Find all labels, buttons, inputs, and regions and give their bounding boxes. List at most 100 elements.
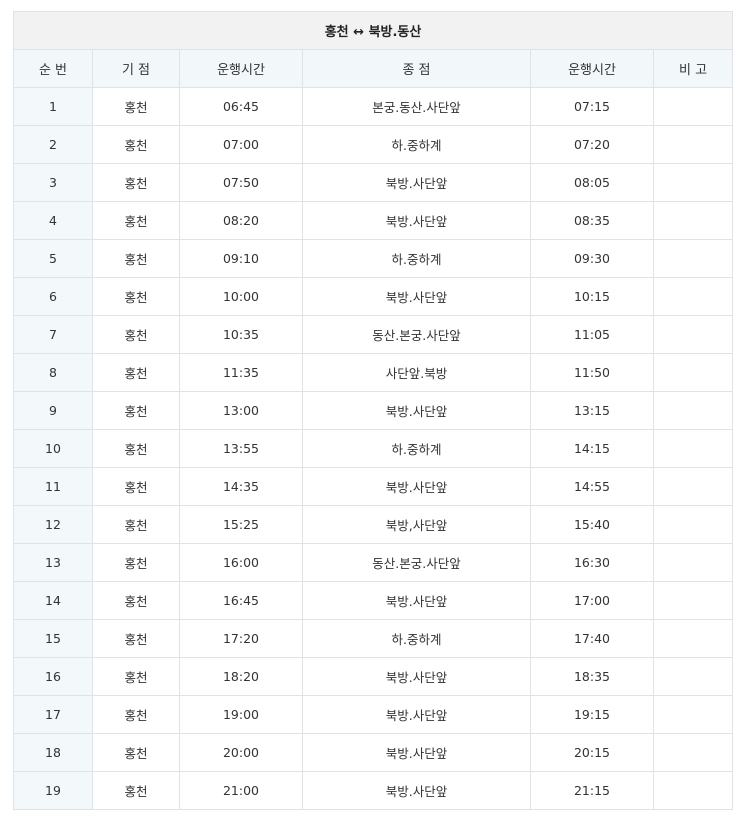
origin-cell: 홍천 — [92, 543, 180, 582]
row-number-cell: 1 — [13, 87, 93, 126]
table-row: 16 홍천 18:20 북방.사단앞 18:35 — [13, 657, 734, 696]
table-row: 11 홍천 14:35 북방.사단앞 14:55 — [13, 467, 734, 506]
row-number-cell: 6 — [13, 277, 93, 316]
arrival-time-cell: 07:20 — [530, 125, 654, 164]
origin-cell: 홍천 — [92, 505, 180, 544]
remarks-cell — [652, 277, 734, 316]
arrival-time-cell: 11:50 — [530, 353, 654, 392]
arrival-time-cell: 13:15 — [530, 391, 654, 430]
table-body: 1 홍천 06:45 본궁.동산.사단앞 07:15 2 홍천 07:00 하.중하계 07:20… — [13, 87, 734, 810]
destination-cell: 북방.사단앞 — [302, 733, 531, 772]
table-row: 6 홍천 10:00 북방.사단앞 10:15 — [13, 277, 734, 316]
row-number-cell: 18 — [13, 733, 93, 772]
destination-cell: 하.중하계 — [302, 429, 531, 468]
destination-cell: 하.중하계 — [302, 125, 531, 164]
row-number-cell: 17 — [13, 695, 93, 734]
origin-cell: 홍천 — [92, 163, 180, 202]
destination-cell: 본궁.동산.사단앞 — [302, 87, 531, 126]
departure-time-cell: 10:00 — [179, 277, 303, 316]
origin-cell: 홍천 — [92, 657, 180, 696]
arrival-time-cell: 14:55 — [530, 467, 654, 506]
row-number-cell: 13 — [13, 543, 93, 582]
arrival-time-cell: 20:15 — [530, 733, 654, 772]
header-departure-time: 운행시간 — [179, 49, 303, 88]
table-row: 17 홍천 19:00 북방.사단앞 19:15 — [13, 695, 734, 734]
table-row: 5 홍천 09:10 하.중하계 09:30 — [13, 239, 734, 278]
remarks-cell — [652, 543, 734, 582]
table-row: 15 홍천 17:20 하.중하계 17:40 — [13, 619, 734, 658]
header-row: 순 번 기 점 운행시간 종 점 운행시간 비 고 — [13, 49, 734, 88]
remarks-cell — [652, 733, 734, 772]
origin-cell: 홍천 — [92, 581, 180, 620]
destination-cell: 북방.사단앞 — [302, 163, 531, 202]
departure-time-cell: 07:00 — [179, 125, 303, 164]
remarks-cell — [652, 353, 734, 392]
table-row: 2 홍천 07:00 하.중하계 07:20 — [13, 125, 734, 164]
row-number-cell: 16 — [13, 657, 93, 696]
destination-cell: 북방.사단앞 — [302, 467, 531, 506]
departure-time-cell: 11:35 — [179, 353, 303, 392]
origin-cell: 홍천 — [92, 201, 180, 240]
destination-cell: 동산.본궁.사단앞 — [302, 315, 531, 354]
destination-cell: 북방.사단앞 — [302, 581, 531, 620]
arrival-time-cell: 21:15 — [530, 771, 654, 810]
row-number-cell: 5 — [13, 239, 93, 278]
departure-time-cell: 21:00 — [179, 771, 303, 810]
table-row: 18 홍천 20:00 북방.사단앞 20:15 — [13, 733, 734, 772]
departure-time-cell: 13:55 — [179, 429, 303, 468]
arrival-time-cell: 17:40 — [530, 619, 654, 658]
arrival-time-cell: 19:15 — [530, 695, 654, 734]
origin-cell: 홍천 — [92, 391, 180, 430]
row-number-cell: 7 — [13, 315, 93, 354]
departure-time-cell: 19:00 — [179, 695, 303, 734]
destination-cell: 북방.사단앞 — [302, 695, 531, 734]
departure-time-cell: 16:45 — [179, 581, 303, 620]
arrival-time-cell: 08:35 — [530, 201, 654, 240]
arrival-time-cell: 11:05 — [530, 315, 654, 354]
row-number-cell: 14 — [13, 581, 93, 620]
remarks-cell — [652, 125, 734, 164]
destination-cell: 북방,사단앞 — [302, 505, 531, 544]
remarks-cell — [652, 429, 734, 468]
table-row: 9 홍천 13:00 북방.사단앞 13:15 — [13, 391, 734, 430]
arrival-time-cell: 07:15 — [530, 87, 654, 126]
origin-cell: 홍천 — [92, 771, 180, 810]
origin-cell: 홍천 — [92, 315, 180, 354]
arrival-time-cell: 16:30 — [530, 543, 654, 582]
departure-time-cell: 06:45 — [179, 87, 303, 126]
row-number-cell: 15 — [13, 619, 93, 658]
destination-cell: 동산.본궁.사단앞 — [302, 543, 531, 582]
remarks-cell — [652, 771, 734, 810]
destination-cell: 하.중하계 — [302, 619, 531, 658]
departure-time-cell: 07:50 — [179, 163, 303, 202]
remarks-cell — [652, 581, 734, 620]
bus-schedule: 홍천 ↔ 북방.동산 순 번 기 점 운행시간 종 점 운행시간 비 고 1 홍천… — [12, 11, 734, 810]
arrival-time-cell: 14:15 — [530, 429, 654, 468]
table-row: 7 홍천 10:35 동산.본궁.사단앞 11:05 — [13, 315, 734, 354]
destination-cell: 하.중하계 — [302, 239, 531, 278]
table-row: 3 홍천 07:50 북방.사단앞 08:05 — [13, 163, 734, 202]
row-number-cell: 2 — [13, 125, 93, 164]
remarks-cell — [652, 87, 734, 126]
arrival-time-cell: 17:00 — [530, 581, 654, 620]
departure-time-cell: 10:35 — [179, 315, 303, 354]
row-number-cell: 12 — [13, 505, 93, 544]
remarks-cell — [652, 619, 734, 658]
arrival-time-cell: 18:35 — [530, 657, 654, 696]
departure-time-cell: 09:10 — [179, 239, 303, 278]
destination-cell: 북방.사단앞 — [302, 391, 531, 430]
remarks-cell — [652, 315, 734, 354]
remarks-cell — [652, 163, 734, 202]
destination-cell: 북방.사단앞 — [302, 277, 531, 316]
arrival-time-cell: 09:30 — [530, 239, 654, 278]
origin-cell: 홍천 — [92, 87, 180, 126]
table-row: 4 홍천 08:20 북방.사단앞 08:35 — [13, 201, 734, 240]
remarks-cell — [652, 695, 734, 734]
destination-cell: 사단앞.북방 — [302, 353, 531, 392]
origin-cell: 홍천 — [92, 239, 180, 278]
destination-cell: 북방.사단앞 — [302, 657, 531, 696]
row-number-cell: 8 — [13, 353, 93, 392]
remarks-cell — [652, 657, 734, 696]
table-row: 19 홍천 21:00 북방.사단앞 21:15 — [13, 771, 734, 810]
row-number-cell: 10 — [13, 429, 93, 468]
